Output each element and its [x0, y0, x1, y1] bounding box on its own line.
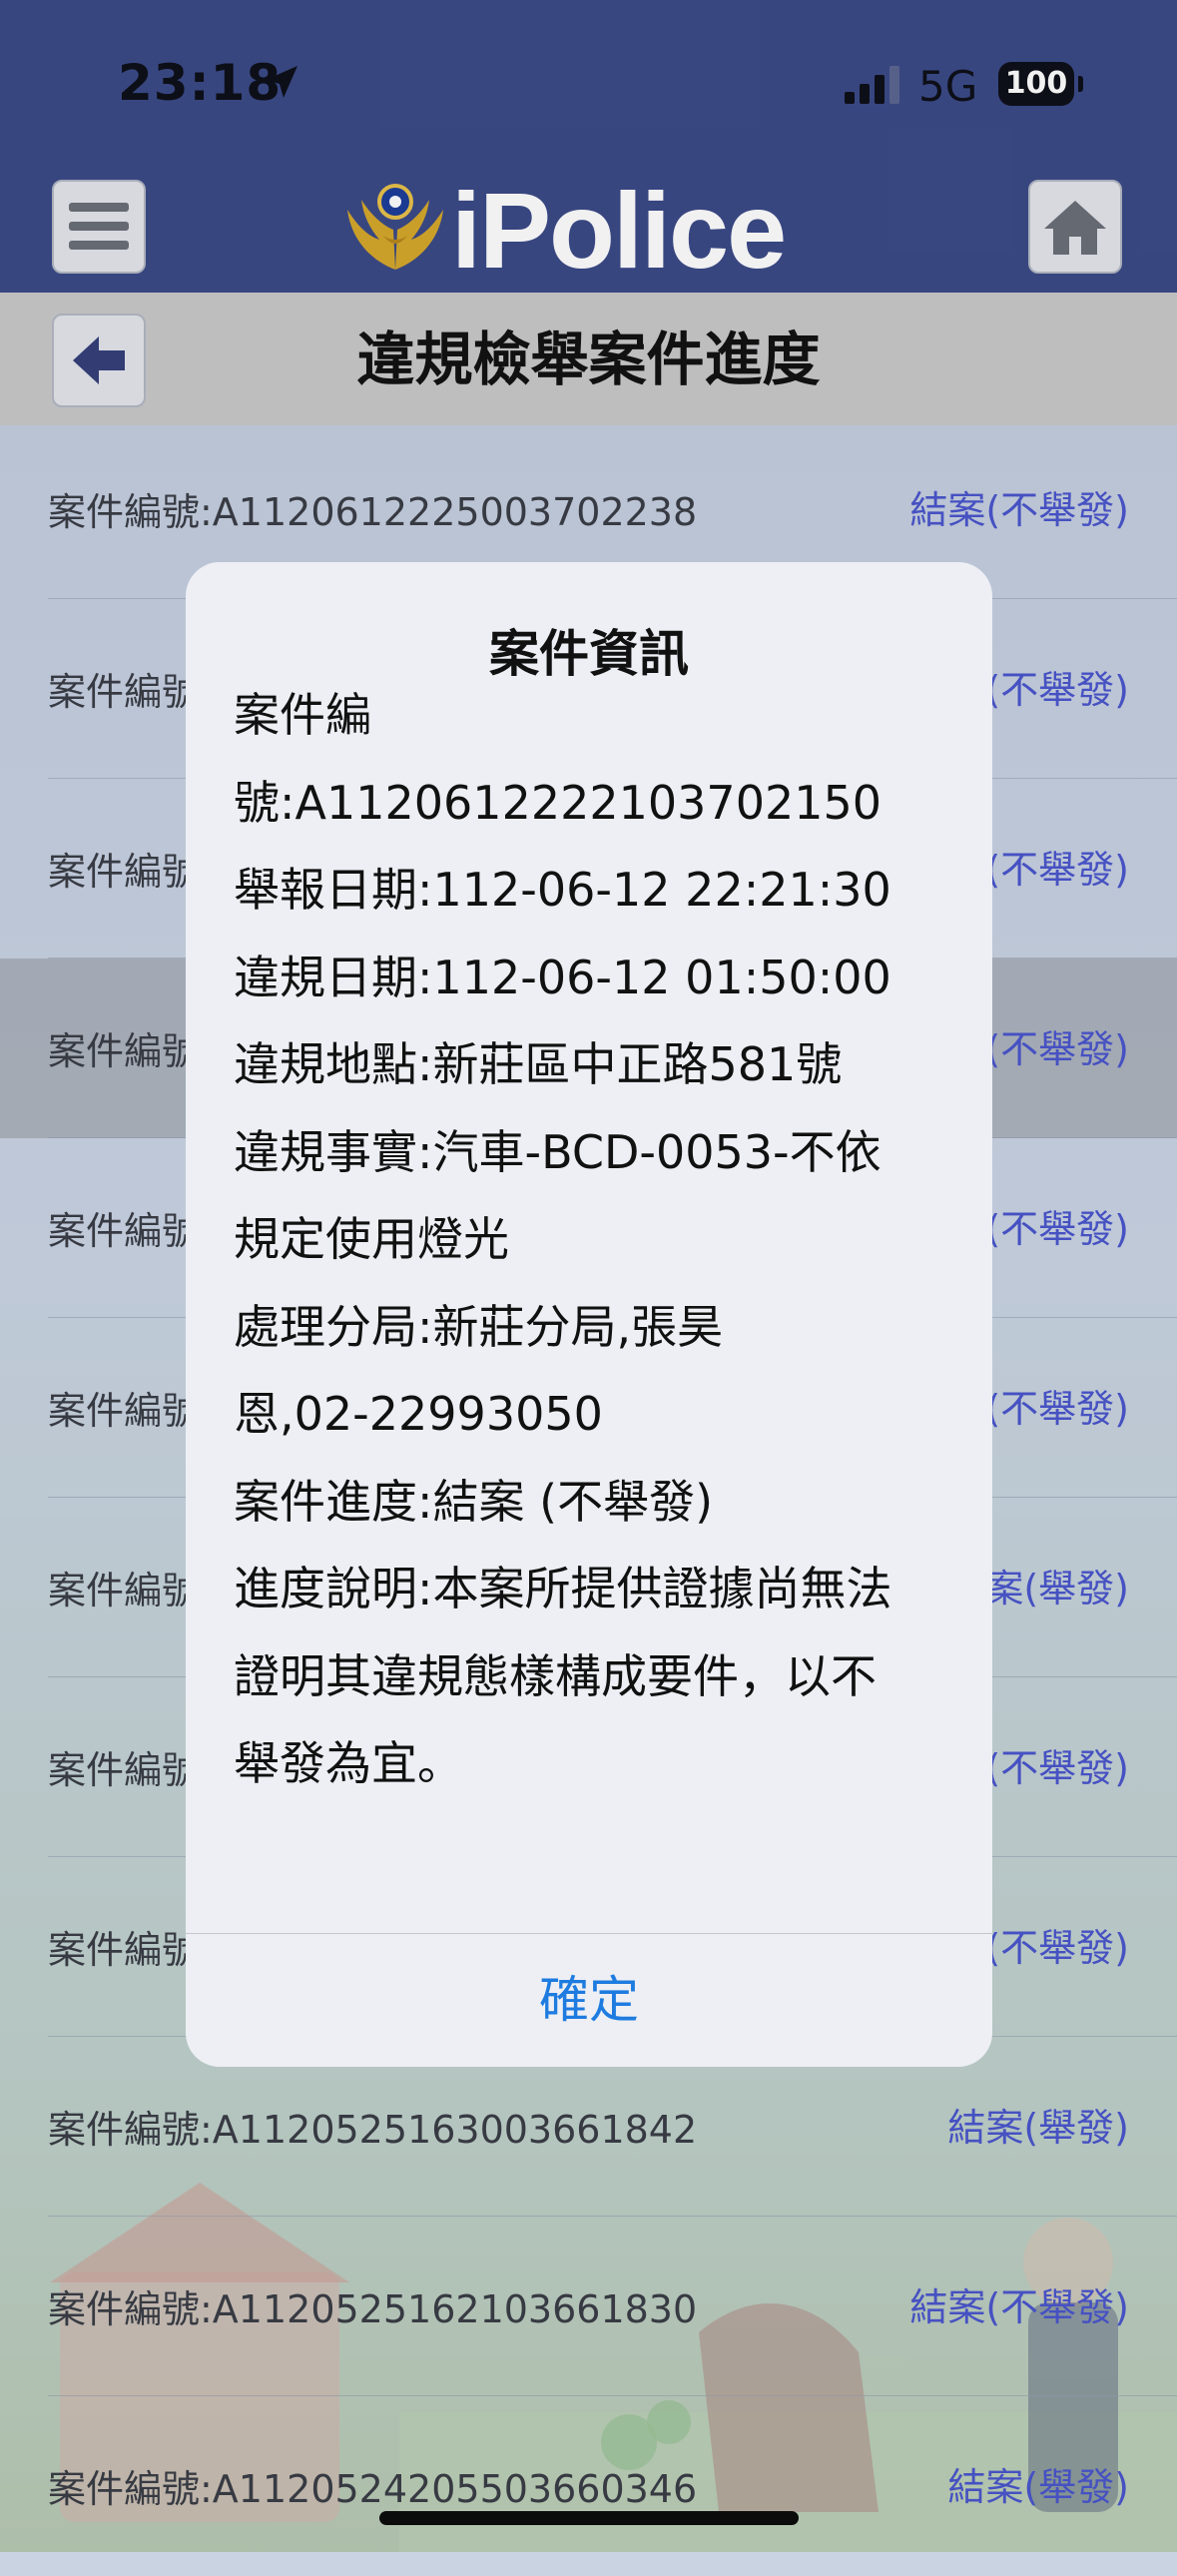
dialog-line: 舉發為宜。 [234, 1736, 463, 1790]
dialog-line: 違規日期:112-06-12 01:50:00 [234, 950, 891, 1004]
dialog-line: 舉報日期:112-06-12 22:21:30 [234, 863, 891, 917]
dialog-line: 違規地點:新莊區中正路581號 [234, 1037, 843, 1091]
dialog-line: 號:A1120612222103702150 [234, 775, 883, 830]
case-info-dialog: 案件資訊 案件編 號:A1120612222103702150 舉報日期:112… [186, 562, 992, 2067]
dialog-line: 案件編 [234, 688, 371, 742]
dialog-message: 案件編 號:A1120612222103702150 舉報日期:112-06-1… [234, 672, 952, 1808]
dialog-line: 進度說明:本案所提供證據尚無法 [234, 1562, 892, 1615]
dialog-line: 恩,02-22993050 [234, 1387, 603, 1441]
dialog-line: 規定使用燈光 [234, 1212, 509, 1266]
dialog-line: 違規事實:汽車-BCD-0053-不依 [234, 1124, 882, 1179]
ok-button[interactable]: 確定 [186, 1934, 992, 2067]
dialog-line: 證明其違規態樣構成要件，以不 [234, 1648, 877, 1703]
dialog-line: 案件進度:結案 (不舉發) [234, 1474, 714, 1529]
home-indicator[interactable] [379, 2511, 799, 2525]
dialog-line: 處理分局:新莊分局,張昊 [234, 1299, 724, 1354]
